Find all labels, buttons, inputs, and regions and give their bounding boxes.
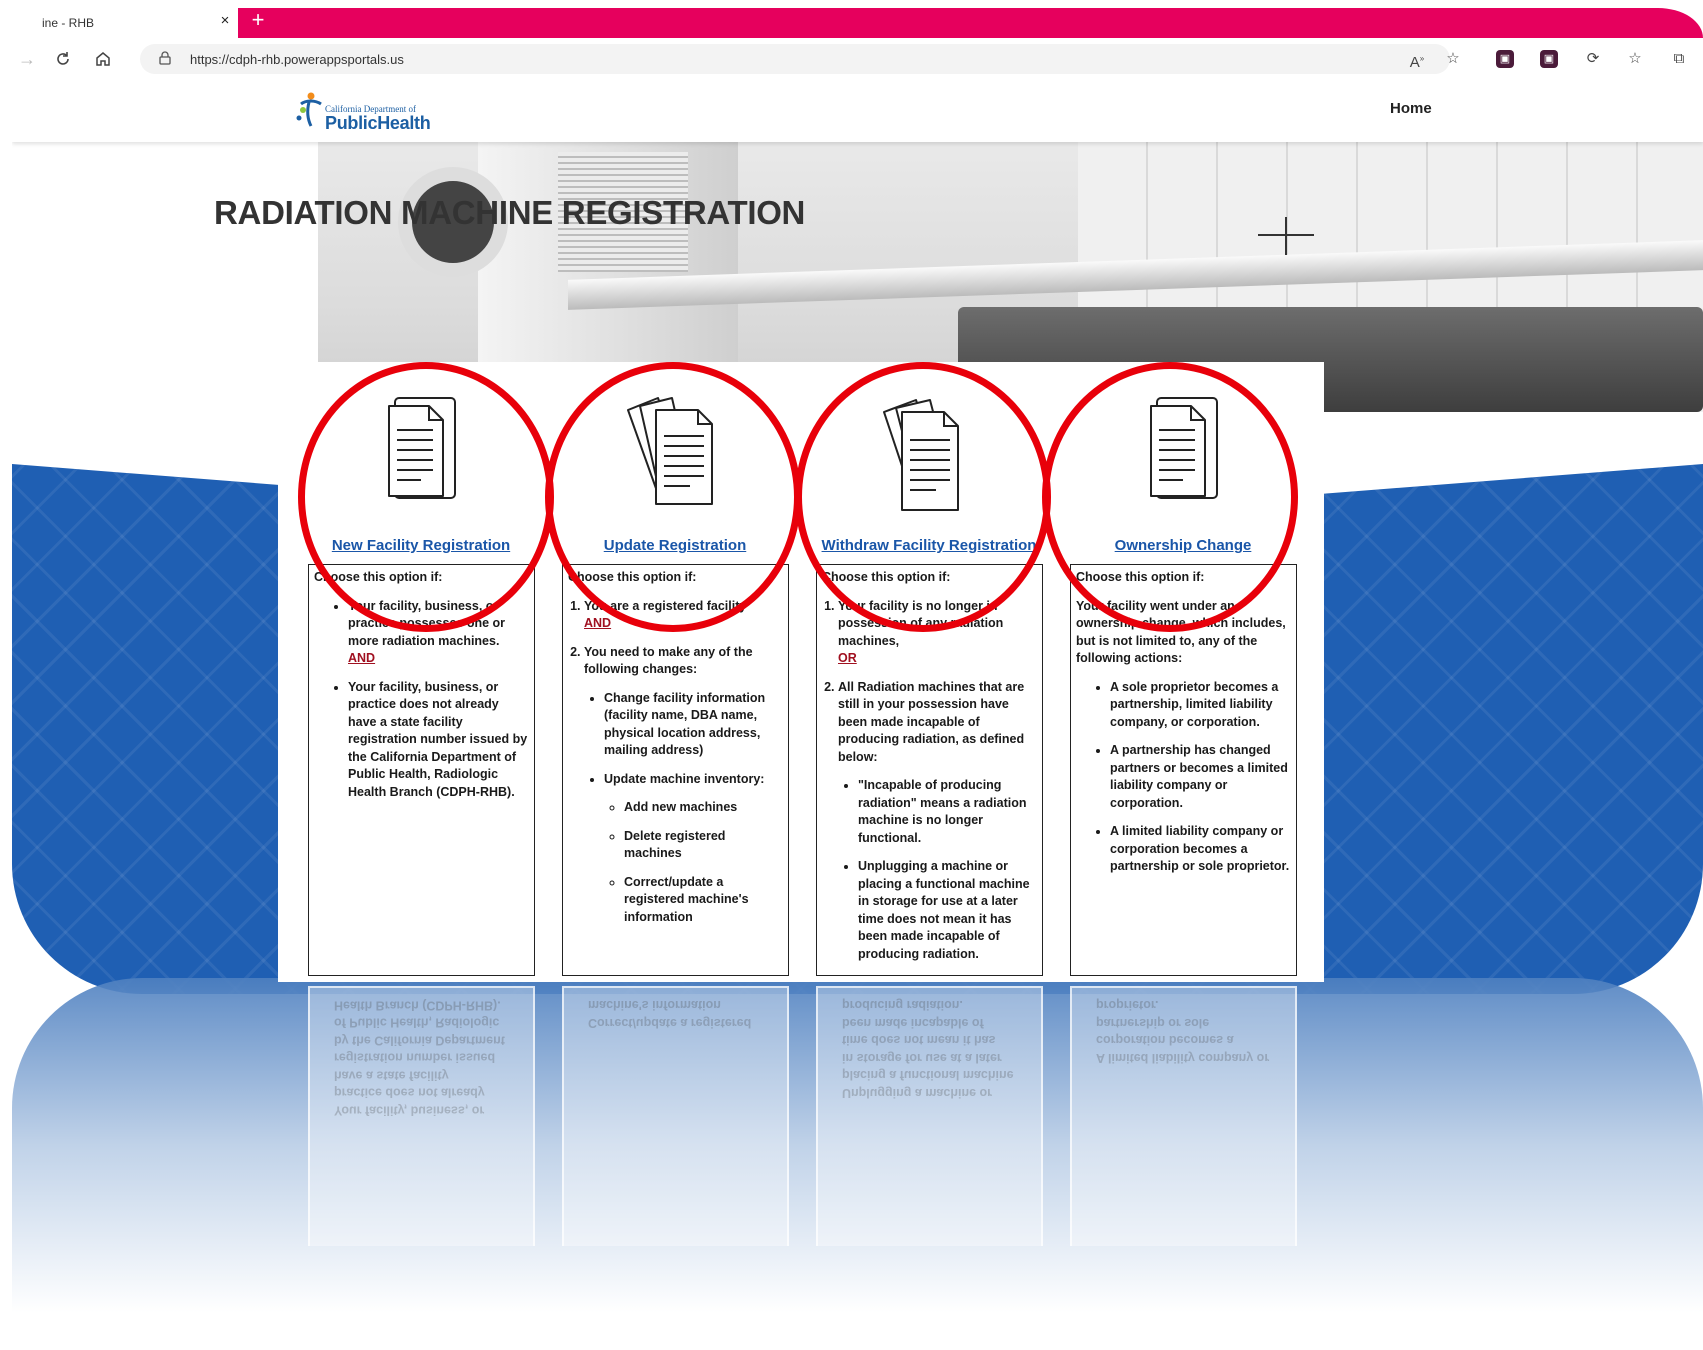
list-item: Your facility, business, or practice doe…	[348, 679, 529, 802]
browser-tab[interactable]: ine - RHB ×	[0, 6, 238, 40]
forward-icon[interactable]: →	[14, 46, 40, 72]
extension-icon[interactable]: ▣	[1496, 50, 1514, 68]
extension-icon[interactable]: ▣	[1540, 50, 1558, 68]
reflection-box: Your facility, business, or practice doe…	[308, 986, 535, 1246]
lock-icon[interactable]	[158, 51, 172, 65]
new-facility-registration-link[interactable]: New Facility Registration	[295, 537, 547, 554]
reflection-box: Correct/update a registered machine's in…	[562, 986, 789, 1246]
tab-title: ine - RHB	[42, 16, 95, 30]
reflection-box: A limited liability company or corporati…	[1070, 986, 1297, 1246]
logo-figure-icon	[296, 92, 322, 127]
list-item: Your facility, business, or practice pos…	[348, 598, 529, 668]
reflection-box: Unplugging a machine or placing a functi…	[816, 986, 1043, 1246]
list-item: All Radiation machines that are still in…	[838, 679, 1037, 964]
list-item: Your facility is no longer in possession…	[838, 598, 1037, 668]
favorite-add-icon[interactable]: ☆	[1442, 48, 1464, 70]
list-item: A limited liability company or corporati…	[1110, 823, 1291, 876]
update-registration-link[interactable]: Update Registration	[549, 537, 801, 554]
browser-tabstrip: ine - RHB × +	[0, 0, 1703, 40]
option-description: Choose this option if: Your facility is …	[816, 564, 1043, 976]
tab-close-icon[interactable]: ×	[216, 12, 234, 30]
list-item: A sole proprietor becomes a partnership,…	[1110, 679, 1291, 732]
address-bar[interactable]: https://cdph-rhb.powerappsportals.us	[140, 44, 1450, 74]
home-icon[interactable]	[90, 46, 116, 72]
option-description: Choose this option if: Your facility, bu…	[308, 564, 535, 976]
new-tab-icon[interactable]: +	[248, 9, 268, 31]
favorites-icon[interactable]: ☆	[1624, 48, 1646, 70]
documents-stack-icon	[627, 397, 713, 505]
extensions-icon[interactable]: ⟳	[1582, 48, 1604, 70]
browser-toolbar: → https://cdph-rhb.powerappsportals.us A…	[0, 40, 1703, 78]
read-aloud-icon[interactable]: A»	[1406, 48, 1428, 71]
withdraw-facility-registration-link[interactable]: Withdraw Facility Registration	[803, 537, 1055, 554]
options-panel: New Facility Registration Choose this op…	[278, 362, 1324, 982]
collections-icon[interactable]: ⧉	[1668, 48, 1690, 70]
web-page: California Department of PublicHealth Ho…	[12, 78, 1703, 1350]
documents-stack-icon	[883, 399, 959, 511]
option-description: Choose this option if: Your facility wen…	[1070, 564, 1297, 976]
site-header: California Department of PublicHealth Ho…	[12, 78, 1703, 142]
list-item: You are a registered facilityAND	[584, 598, 783, 633]
nav-home-link[interactable]: Home	[1390, 100, 1432, 117]
refresh-icon[interactable]	[50, 46, 76, 72]
cdph-logo[interactable]: California Department of PublicHealth	[295, 86, 435, 136]
document-icon	[388, 397, 456, 499]
url-text: https://cdph-rhb.powerappsportals.us	[190, 52, 404, 67]
list-item: You need to make any of the following ch…	[584, 644, 783, 927]
list-item: A partnership has changed partners or be…	[1110, 742, 1291, 812]
logo-title: PublicHealth	[325, 113, 431, 133]
tabstrip-accent	[238, 8, 1703, 38]
option-description: Choose this option if: You are a registe…	[562, 564, 789, 976]
document-icon	[1150, 397, 1218, 499]
page-title: RADIATION MACHINE REGISTRATION	[214, 194, 806, 231]
ownership-change-link[interactable]: Ownership Change	[1057, 537, 1309, 554]
